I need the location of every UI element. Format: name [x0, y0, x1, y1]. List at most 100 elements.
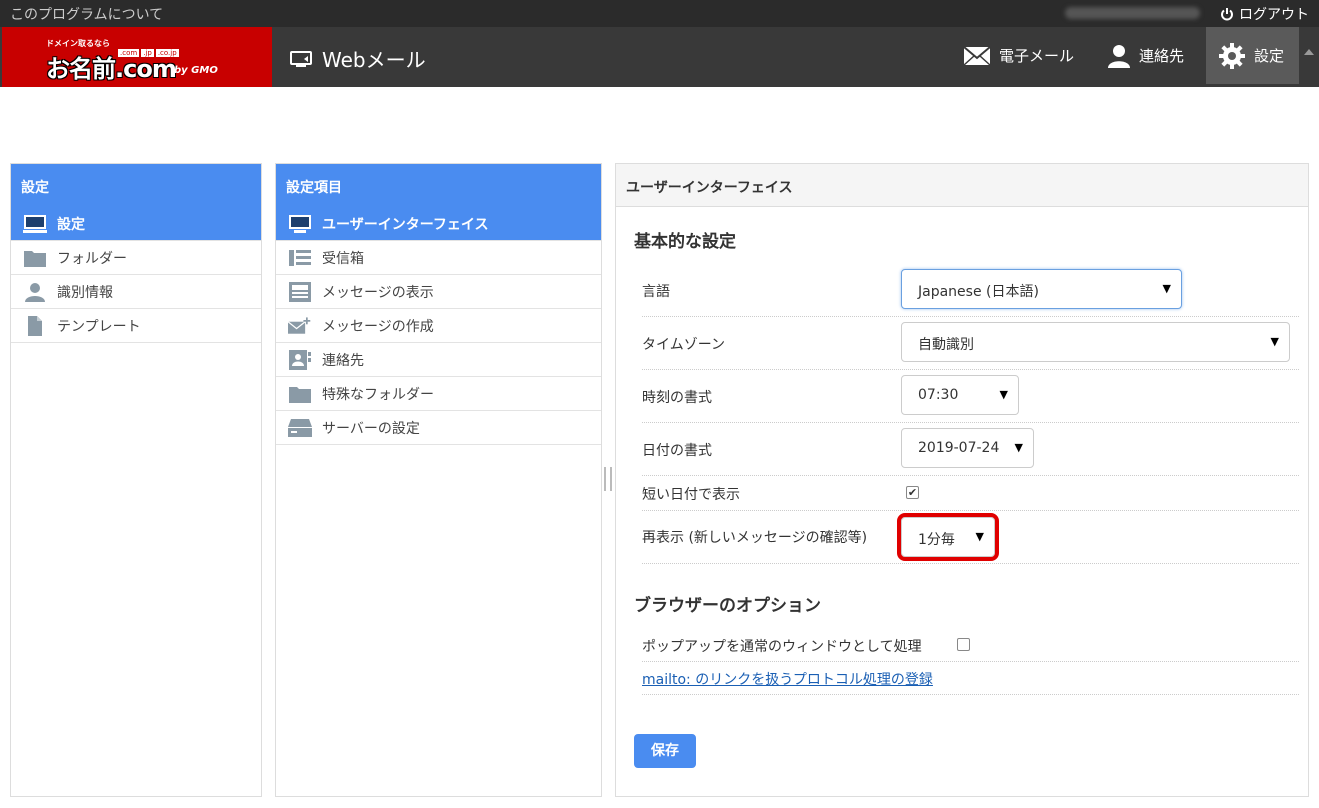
logo-tagline: ドメイン取るなら [46, 39, 110, 48]
section-item-inbox[interactable]: 受信箱 [276, 241, 601, 275]
app-title-label: Webメール [322, 48, 426, 72]
nav-mail-label: 電子メール [999, 47, 1075, 65]
logo-by-gmo: by GMO [174, 65, 218, 76]
user-email-blurred [1065, 7, 1200, 19]
language-select[interactable]: Japanese (日本語) ▼ [901, 269, 1182, 309]
sidebar-title: 設定 [11, 164, 261, 207]
logout-label: ログアウト [1239, 7, 1309, 23]
about-link[interactable]: このプログラムについて [10, 4, 163, 24]
date-format-value: 2019-07-24 [918, 440, 1000, 456]
list-icon [288, 248, 312, 268]
preferences-title: ユーザーインターフェイス [616, 164, 1308, 207]
nav-contacts-label: 連絡先 [1139, 47, 1185, 65]
chevron-down-icon: ▼ [1270, 335, 1279, 348]
date-format-row: 日付の書式 2019-07-24 ▼ [642, 423, 1299, 476]
section-item-label: メッセージの作成 [322, 318, 434, 335]
short-date-label: 短い日付で表示 [642, 487, 740, 503]
section-item-label: サーバーの設定 [322, 420, 420, 437]
section-item-label: ユーザーインターフェイス [322, 216, 489, 233]
divider [642, 694, 1299, 695]
folder-icon [23, 248, 47, 268]
compose-icon [288, 316, 312, 336]
timezone-select[interactable]: 自動識別 ▼ [901, 322, 1290, 362]
basic-settings-heading: 基本的な設定 [634, 232, 736, 252]
time-format-row: 時刻の書式 07:30 ▼ [642, 370, 1299, 423]
app-title: Webメール [290, 44, 426, 73]
short-date-checkbox[interactable]: ✔ [906, 486, 919, 499]
top-bar: このプログラムについて ログアウト [0, 0, 1319, 27]
sidebar-item-label: テンプレート [57, 318, 141, 335]
server-icon [288, 418, 312, 438]
popup-row: ポップアップを通常のウィンドウとして処理 [642, 627, 1299, 662]
refresh-interval-select[interactable]: 1分毎 ▼ [897, 513, 999, 561]
section-item-label: 特殊なフォルダー [322, 386, 434, 403]
section-item-special-folders[interactable]: 特殊なフォルダー [276, 377, 601, 411]
mailto-handler-link[interactable]: mailto: のリンクを扱うプロトコル処理の登録 [642, 669, 933, 689]
contact-card-icon [288, 349, 312, 370]
language-value: Japanese (日本語) [918, 284, 1039, 300]
section-item-label: メッセージの表示 [322, 284, 434, 301]
settings-sidebar: 設定 設定 フォルダー 識別情報 テンプレート [10, 163, 262, 797]
user-interface-settings-panel: ユーザーインターフェイス 基本的な設定 言語 Japanese (日本語) ▼ … [615, 163, 1309, 797]
time-format-value: 07:30 [918, 387, 959, 403]
sections-title: 設定項目 [276, 164, 601, 207]
nav-contacts[interactable]: 連絡先 [1097, 27, 1194, 84]
section-item-label: 連絡先 [322, 352, 364, 369]
sidebar-item-label: フォルダー [57, 250, 127, 267]
browser-options-heading: ブラウザーのオプション [634, 596, 821, 616]
refresh-label: 再表示 (新しいメッセージの確認等) [642, 530, 868, 546]
onamae-logo[interactable]: ドメイン取るなら .com .jp .co.jp お名前.com by GMO [2, 27, 272, 87]
power-icon [1221, 8, 1233, 21]
logo-brand: お名前.com [46, 55, 177, 83]
sidebar-item-templates[interactable]: テンプレート [11, 309, 261, 343]
timezone-row: タイムゾーン 自動識別 ▼ [642, 317, 1299, 370]
section-item-contacts[interactable]: 連絡先 [276, 343, 601, 377]
popup-checkbox[interactable] [957, 638, 970, 651]
date-format-label: 日付の書式 [642, 443, 712, 459]
chevron-down-icon: ▼ [975, 530, 984, 543]
webmail-monitor-icon [290, 50, 312, 67]
time-format-select[interactable]: 07:30 ▼ [901, 375, 1019, 415]
popup-label: ポップアップを通常のウィンドウとして処理 [642, 639, 922, 655]
identity-icon [23, 282, 47, 302]
refresh-row: 再表示 (新しいメッセージの確認等) 1分毎 ▼ [642, 511, 1299, 564]
document-icon [23, 315, 47, 336]
language-label: 言語 [642, 284, 670, 300]
language-row: 言語 Japanese (日本語) ▼ [642, 264, 1299, 317]
chevron-down-icon: ▼ [999, 388, 1008, 401]
save-button[interactable]: 保存 [634, 734, 696, 768]
date-format-select[interactable]: 2019-07-24 ▼ [901, 428, 1034, 468]
folder-icon [288, 384, 312, 404]
section-item-user-interface[interactable]: ユーザーインターフェイス [276, 207, 601, 241]
time-format-label: 時刻の書式 [642, 390, 712, 406]
nav-settings[interactable]: 設定 [1206, 27, 1299, 84]
sidebar-item-label: 識別情報 [57, 284, 113, 301]
chevron-down-icon: ▼ [1162, 282, 1171, 295]
person-icon [1108, 44, 1130, 68]
nav-settings-label: 設定 [1254, 47, 1285, 65]
sidebar-item-settings[interactable]: 設定 [11, 207, 261, 241]
short-date-row: 短い日付で表示 ✔ [642, 476, 1299, 511]
section-item-label: 受信箱 [322, 250, 364, 267]
app-header: ドメイン取るなら .com .jp .co.jp お名前.com by GMO We… [0, 27, 1319, 87]
sidebar-item-identities[interactable]: 識別情報 [11, 275, 261, 309]
scroll-up-arrow[interactable] [1304, 49, 1314, 55]
section-item-message-display[interactable]: メッセージの表示 [276, 275, 601, 309]
gear-icon [1219, 42, 1245, 69]
message-view-icon [288, 281, 312, 302]
settings-sections-panel: 設定項目 ユーザーインターフェイス 受信箱 メッセージの表示 メッセージの作成 … [275, 163, 602, 797]
section-item-compose[interactable]: メッセージの作成 [276, 309, 601, 343]
section-item-server-settings[interactable]: サーバーの設定 [276, 411, 601, 445]
panel-resize-handle[interactable] [604, 467, 612, 491]
envelope-icon [963, 45, 991, 66]
timezone-value: 自動識別 [918, 337, 974, 353]
logout-button[interactable]: ログアウト [1220, 4, 1309, 24]
sidebar-item-folders[interactable]: フォルダー [11, 241, 261, 275]
monitor-icon [288, 214, 312, 234]
refresh-value: 1分毎 [918, 532, 955, 548]
chevron-down-icon: ▼ [1014, 441, 1023, 454]
monitor-icon [23, 214, 47, 234]
sidebar-item-label: 設定 [57, 216, 85, 233]
nav-mail[interactable]: 電子メール [953, 27, 1084, 84]
timezone-label: タイムゾーン [642, 337, 726, 353]
